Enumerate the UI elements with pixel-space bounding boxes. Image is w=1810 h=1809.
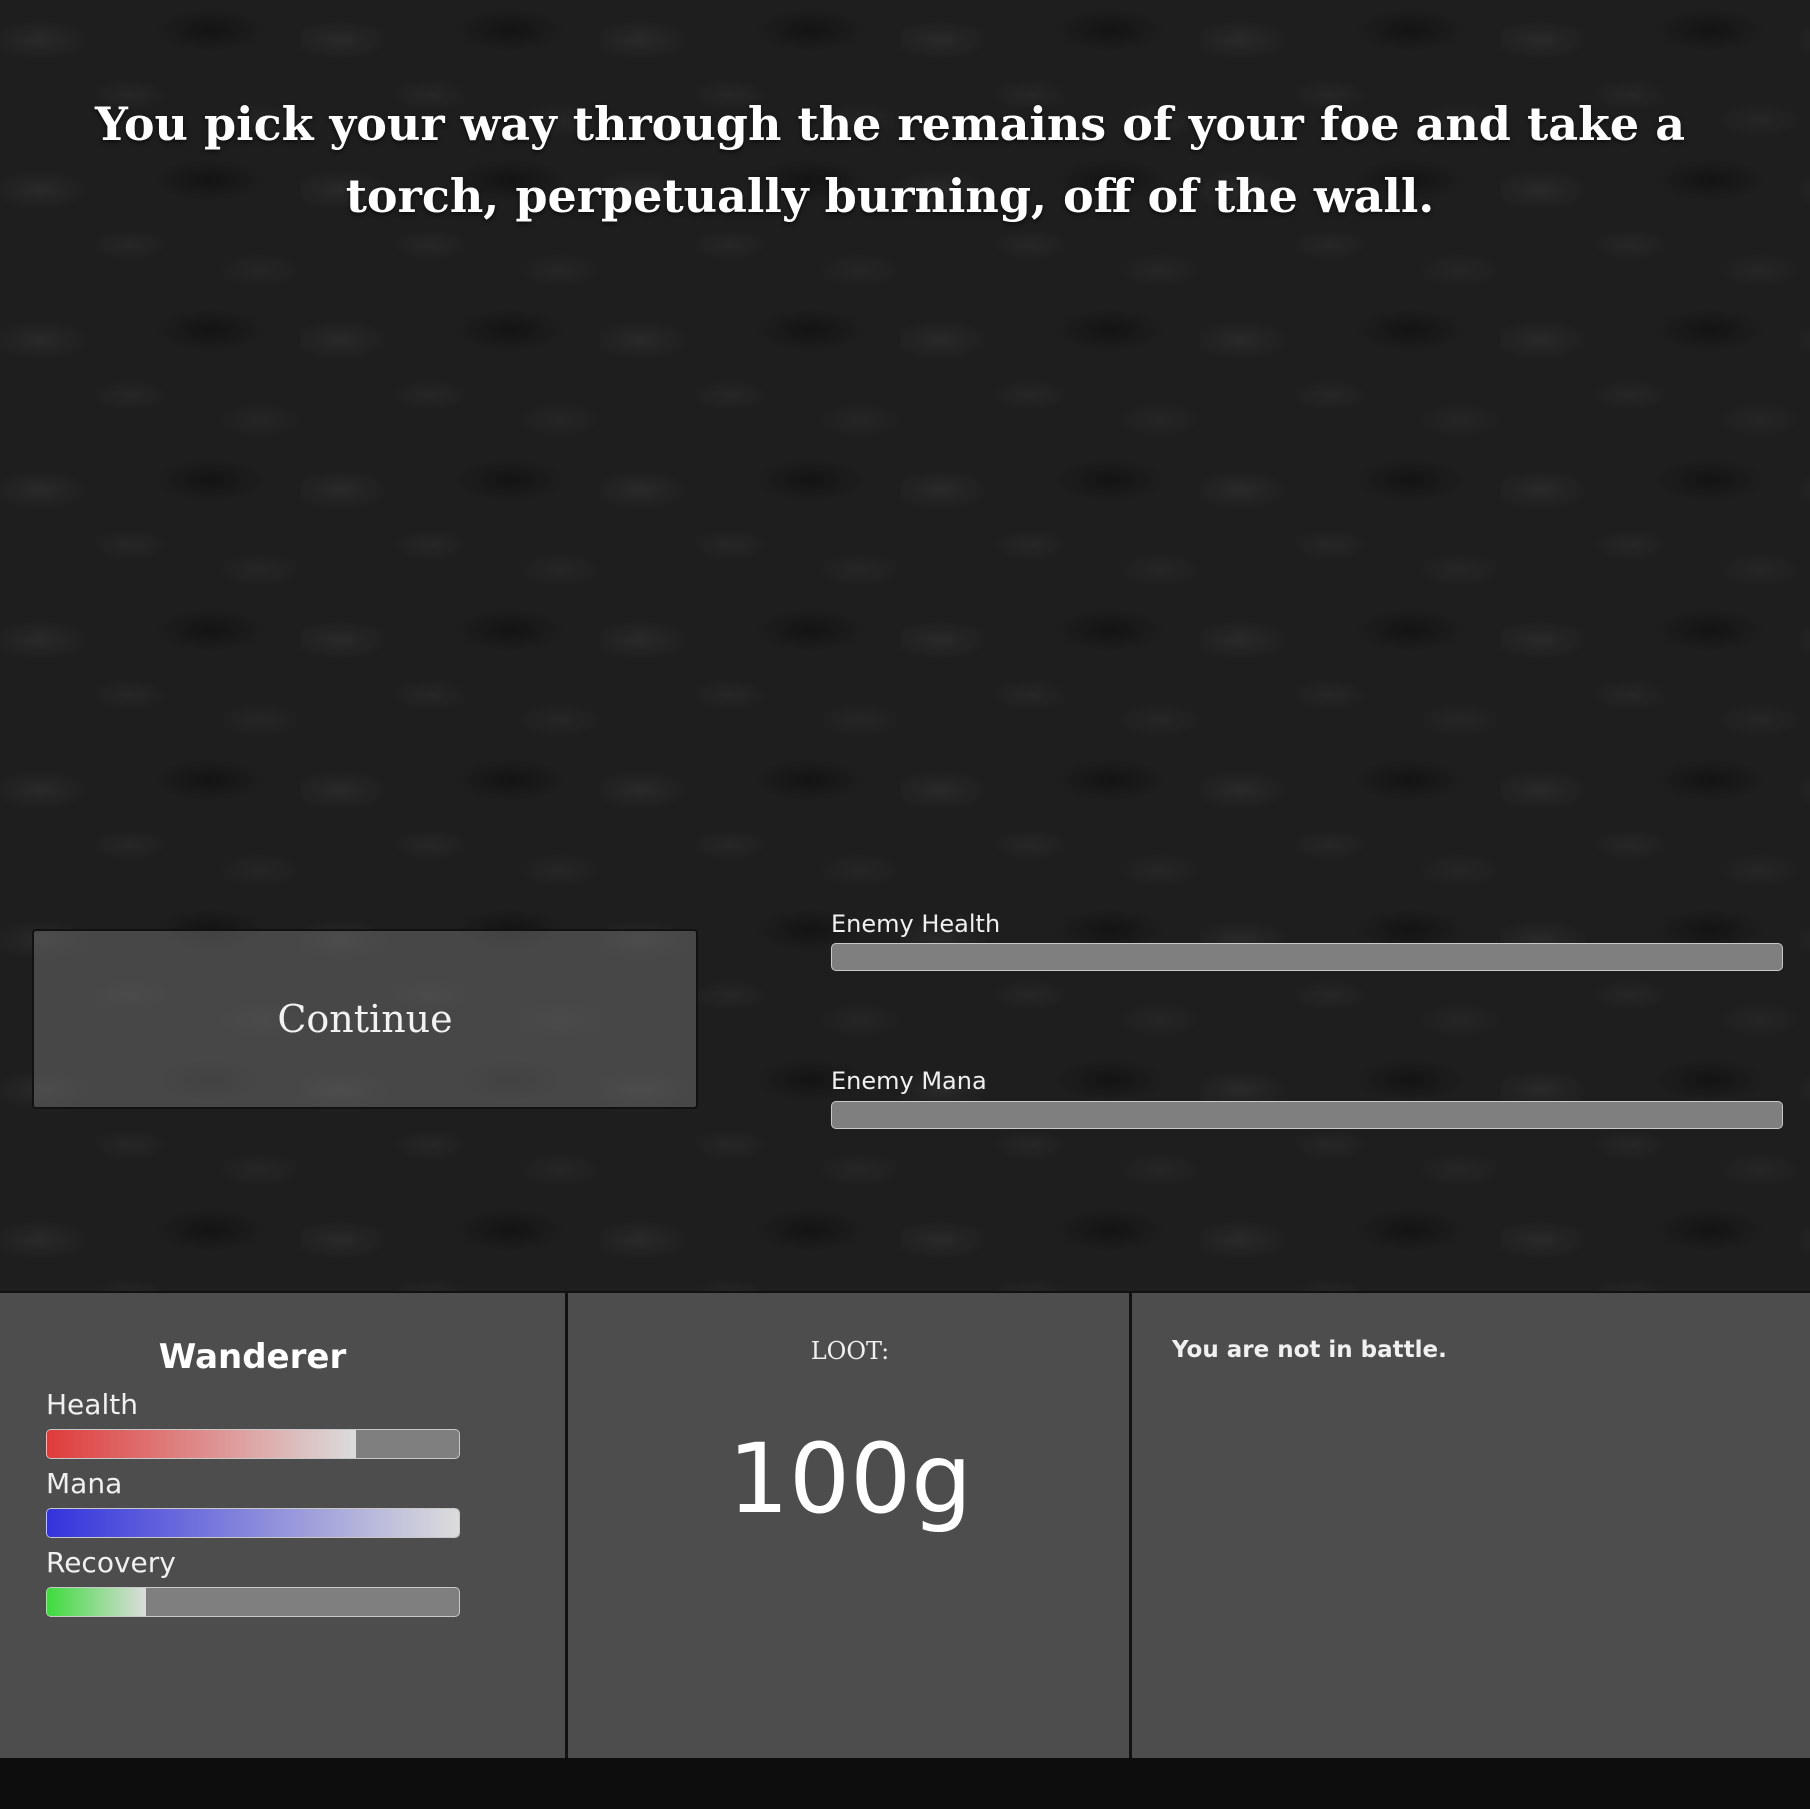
health-fill [47, 1430, 356, 1458]
loot-panel: LOOT: 100g [568, 1293, 1132, 1760]
enemy-health-bar [831, 943, 1783, 971]
status-panel: Wanderer Health Mana Recovery LOOT: 100g… [0, 1291, 1810, 1760]
character-panel: Wanderer Health Mana Recovery [0, 1293, 568, 1760]
enemy-mana-bar [831, 1101, 1783, 1129]
battle-panel: You are not in battle. [1132, 1293, 1810, 1760]
continue-button[interactable]: Continue [32, 929, 698, 1109]
loot-value: 100g [727, 1423, 973, 1535]
recovery-fill [47, 1588, 146, 1616]
recovery-bar [46, 1587, 460, 1617]
mana-fill [47, 1509, 459, 1537]
footer-bar [0, 1758, 1810, 1809]
health-label: Health [46, 1388, 138, 1421]
character-name: Wanderer [158, 1337, 347, 1377]
health-bar [46, 1429, 460, 1459]
loot-label: LOOT: [810, 1337, 890, 1365]
battle-status: You are not in battle. [1172, 1337, 1447, 1363]
recovery-label: Recovery [46, 1546, 176, 1579]
enemy-health-label: Enemy Health [831, 910, 1001, 938]
mana-bar [46, 1508, 460, 1538]
enemy-mana-label: Enemy Mana [831, 1067, 987, 1095]
story-text: You pick your way through the remains of… [94, 97, 1685, 223]
mana-label: Mana [46, 1467, 123, 1500]
